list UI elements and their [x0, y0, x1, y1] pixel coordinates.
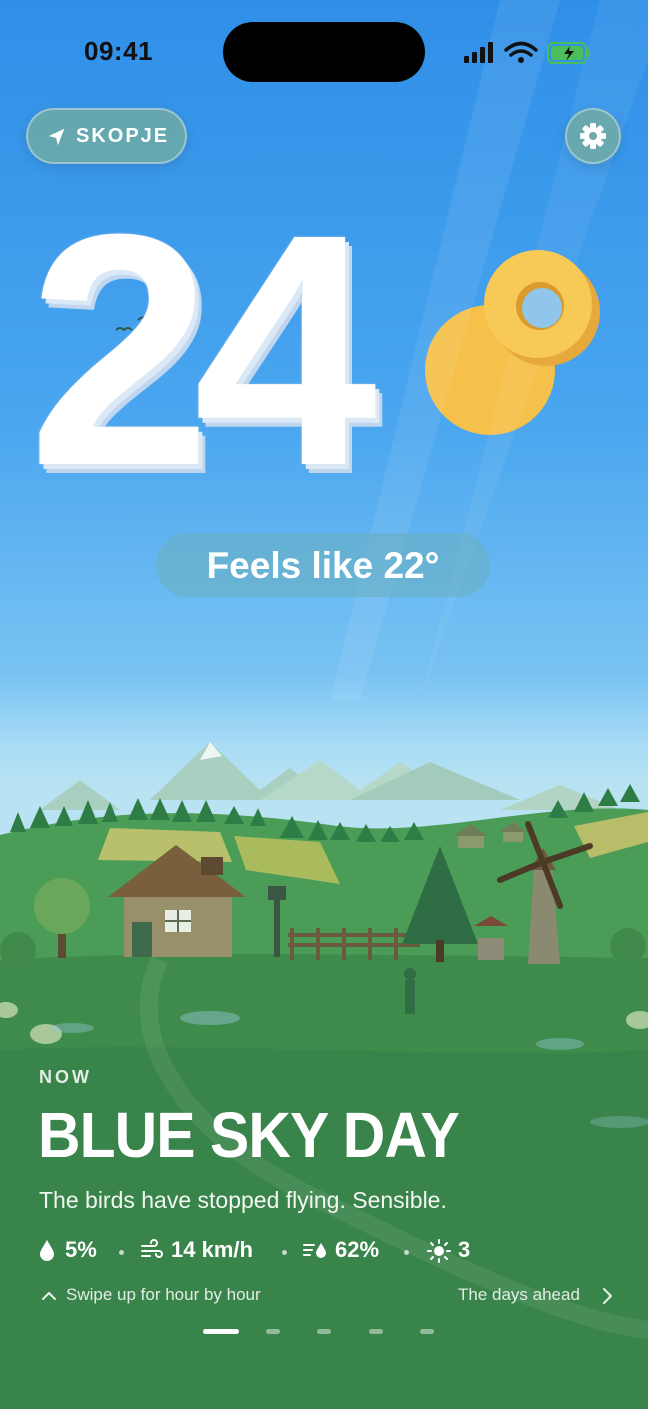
wifi-icon: [504, 41, 538, 57]
location-arrow-icon: [48, 128, 65, 146]
days-ahead-link[interactable]: The days ahead: [458, 1284, 618, 1308]
location-button[interactable]: SKOPJE: [26, 108, 187, 164]
degree-symbol: [484, 250, 600, 366]
precipitation-value: 5%: [65, 1237, 97, 1262]
separator-dot: [119, 1250, 124, 1255]
status-time: 09:41: [84, 36, 153, 66]
location-label: SKOPJE: [76, 125, 170, 147]
temperature-value: 24: [28, 165, 377, 534]
chevron-up-icon: [42, 1291, 56, 1300]
page-indicator: [200, 1328, 440, 1336]
uv-value: 3: [458, 1237, 471, 1262]
page-dot-3[interactable]: [317, 1329, 331, 1334]
sun-icon: [427, 1239, 451, 1263]
feels-like-text: Feels like 22°: [206, 545, 440, 586]
humidity-icon: [303, 1243, 326, 1258]
page-dot-2[interactable]: [266, 1329, 280, 1334]
page-dot-5[interactable]: [420, 1329, 434, 1334]
humidity-value: 62%: [335, 1237, 380, 1262]
page-dot-1[interactable]: [203, 1329, 239, 1334]
settings-button[interactable]: [565, 108, 621, 164]
condition-description: The birds have stopped flying. Sensible.: [39, 1187, 447, 1213]
status-icons: [464, 41, 590, 64]
gear-icon: [580, 123, 606, 149]
separator-dot: [282, 1250, 287, 1255]
chevron-right-icon: [603, 1288, 613, 1304]
page-dot-4[interactable]: [369, 1329, 383, 1334]
wind-icon: [141, 1239, 163, 1258]
dynamic-island: [223, 22, 425, 82]
feels-like-pill: Feels like 22°: [156, 533, 490, 597]
temperature-display: 24: [20, 185, 630, 515]
wind-value: 14 km/h: [171, 1237, 253, 1262]
days-ahead-label: The days ahead: [458, 1285, 580, 1304]
signal-icon: [464, 42, 493, 63]
swipe-up-label: Swipe up for hour by hour: [66, 1285, 261, 1304]
battery-icon: [547, 42, 590, 64]
condition-headline: BLUE SKY DAY: [38, 1099, 460, 1171]
raindrop-icon: [40, 1240, 54, 1261]
separator-dot: [404, 1250, 409, 1255]
now-label: NOW: [39, 1067, 92, 1087]
status-bar: 09:41: [0, 0, 648, 100]
